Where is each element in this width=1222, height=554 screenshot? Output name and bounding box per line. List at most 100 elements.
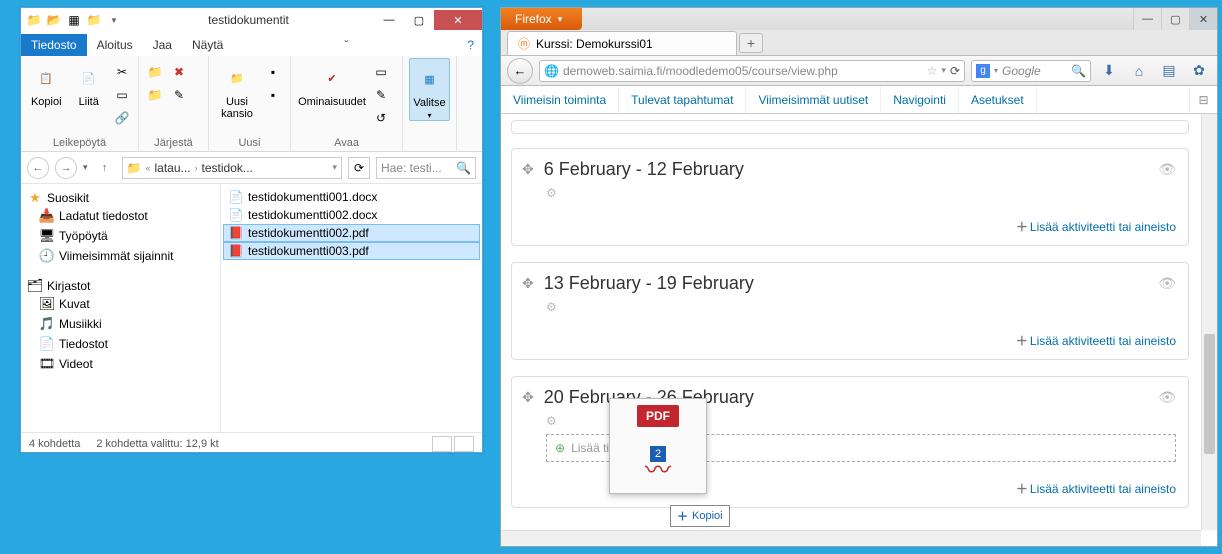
addr-dropdown-icon[interactable]: ▾ [332,162,337,173]
gear-icon[interactable]: ⚙ [546,186,1176,200]
paste-shortcut-icon[interactable]: 🔗 [112,108,132,128]
help-icon[interactable]: ? [459,34,482,56]
navtab-viimeisin[interactable]: Viimeisin toiminta [501,87,619,113]
collapse-all-icon[interactable]: ⊟ [1189,87,1217,113]
new-folder-icon[interactable]: 📁 [85,11,103,29]
open-icon[interactable]: 📂 [45,11,63,29]
breadcrumb-seg2[interactable]: testidok... [202,161,253,175]
tree-tyopoyta[interactable]: 🖥Työpöytä [25,226,216,246]
close-button[interactable]: ✕ [434,10,482,30]
edit-small-icon[interactable]: ✎ [371,85,391,105]
qat-dropdown-icon[interactable]: ▼ [105,11,123,29]
back-button[interactable]: ← [507,58,533,84]
visibility-icon[interactable]: 👁 [1158,389,1176,406]
select-label: Valitse [413,97,445,109]
tree-ladatut[interactable]: 📥Ladatut tiedostot [25,206,216,226]
ribbon-collapse-icon[interactable]: ˇ [336,34,356,56]
tree-tiedostot[interactable]: 📄Tiedostot [25,334,216,354]
maximize-button[interactable]: ▢ [1161,8,1189,30]
bookmark-star-icon[interactable]: ☆ [927,64,938,78]
view-icons-icon[interactable] [454,436,474,452]
tree-kirjastot[interactable]: 🗂Kirjastot [25,278,216,294]
copy-to-icon[interactable]: 📁 [145,85,165,105]
select-icon: ▦ [414,63,446,95]
url-bar[interactable]: 🌐 demoweb.saimia.fi/moodledemo05/course/… [539,60,965,82]
properties-button[interactable]: ✔ Ominaisuudet [297,58,367,108]
vertical-scrollbar[interactable] [1201,114,1217,530]
new-item-icon[interactable]: ▪ [263,62,283,82]
scroll-thumb[interactable] [1204,334,1215,454]
copy-button[interactable]: 📋 Kopioi [27,58,66,108]
tree-musiikki[interactable]: 🎵Musiikki [25,314,216,334]
search-box[interactable]: g ▾ Google 🔍 [971,60,1091,82]
status-selection: 2 kohdetta valittu: 12,9 kt [96,438,218,450]
gear-icon[interactable]: ⚙ [546,414,1176,428]
file-row[interactable]: 📄testidokumentti001.docx [223,188,480,206]
file-row[interactable]: 📕testidokumentti002.pdf [223,224,480,242]
copy-path-icon[interactable]: ▭ [112,85,132,105]
new-folder-button[interactable]: 📁 Uusi kansio [215,58,259,120]
paste-button[interactable]: 📄 Liitä [70,58,109,108]
maximize-button[interactable]: ▢ [404,10,434,30]
move-icon[interactable]: ✥ [522,389,534,406]
move-icon[interactable]: ✥ [522,275,534,292]
back-button[interactable]: ← [27,157,49,179]
firefox-menu-button[interactable]: Firefox ▾ [501,8,582,30]
downloads-icon[interactable]: ⬇ [1097,60,1121,82]
file-dropzone[interactable]: ⊕ Lisää tiedosto(t) tähän [546,434,1176,462]
add-activity-link[interactable]: ＋Lisää aktiviteetti tai aineisto [522,332,1176,349]
recent-dropdown-icon[interactable]: ▾ [83,162,88,173]
navtab-asetukset[interactable]: Asetukset [959,87,1037,113]
properties-icon[interactable]: ▦ [65,11,83,29]
visibility-icon[interactable]: 👁 [1158,161,1176,178]
addons-icon[interactable]: ✿ [1187,60,1211,82]
up-button[interactable]: ↑ [94,157,116,179]
search-dropdown-icon[interactable]: ▾ [994,66,998,75]
tab-aloitus[interactable]: Aloitus [87,34,143,56]
firefox-window: Firefox ▾ — ▢ ✕ ⓜ Kurssi: Demokurssi01 +… [500,7,1218,547]
downloads-icon: 📥 [39,208,55,224]
address-bar[interactable]: 📁 « latau... › testidok... ▾ [122,157,342,179]
forward-button[interactable]: → [55,157,77,179]
reload-icon[interactable]: ⟳ [950,64,960,78]
url-dropdown-icon[interactable]: ▾ [941,65,946,76]
bookmarks-icon[interactable]: ▤ [1157,60,1181,82]
new-tab-button[interactable]: + [739,33,763,53]
tab-jaa[interactable]: Jaa [143,34,182,56]
cut-icon[interactable]: ✂ [112,62,132,82]
refresh-button[interactable]: ⟳ [348,157,370,179]
tree-viimeisimmat[interactable]: 🕘Viimeisimmät sijainnit [25,246,216,266]
open-small-icon[interactable]: ▭ [371,62,391,82]
file-row[interactable]: 📄testidokumentti002.docx [223,206,480,224]
breadcrumb-seg1[interactable]: latau... [155,161,191,175]
move-to-icon[interactable]: 📁 [145,62,165,82]
history-icon[interactable]: ↺ [371,108,391,128]
visibility-icon[interactable]: 👁 [1158,275,1176,292]
tab-tiedosto[interactable]: Tiedosto [21,34,87,56]
navtab-tulevat[interactable]: Tulevat tapahtumat [619,87,746,113]
tab-nayta[interactable]: Näytä [182,34,233,56]
navtab-navigointi[interactable]: Navigointi [881,87,959,113]
minimize-button[interactable]: — [374,10,404,30]
file-row[interactable]: 📕testidokumentti003.pdf [223,242,480,260]
home-icon[interactable]: ⌂ [1127,60,1151,82]
add-activity-link[interactable]: ＋Lisää aktiviteetti tai aineisto [522,480,1176,497]
gear-icon[interactable]: ⚙ [546,300,1176,314]
search-input[interactable]: Hae: testi... 🔍 [376,157,476,179]
view-details-icon[interactable] [432,436,452,452]
close-button[interactable]: ✕ [1189,8,1217,30]
add-activity-link[interactable]: ＋Lisää aktiviteetti tai aineisto [522,218,1176,235]
tree-videot[interactable]: 🎞Videot [25,354,216,374]
minimize-button[interactable]: — [1133,8,1161,30]
tree-kuvat[interactable]: 🖼Kuvat [25,294,216,314]
move-icon[interactable]: ✥ [522,161,534,178]
horizontal-scrollbar[interactable] [501,530,1201,546]
delete-icon[interactable]: ✖ [169,62,189,82]
browser-tab[interactable]: ⓜ Kurssi: Demokurssi01 [507,31,737,55]
easy-access-icon[interactable]: ▪ [263,85,283,105]
navtab-uutiset[interactable]: Viimeisimmät uutiset [746,87,881,113]
rename-icon[interactable]: ✎ [169,85,189,105]
select-button[interactable]: ▦ Valitse ▾ [409,58,450,121]
search-icon[interactable]: 🔍 [1071,64,1086,78]
tree-suosikit[interactable]: ★Suosikit [25,190,216,206]
